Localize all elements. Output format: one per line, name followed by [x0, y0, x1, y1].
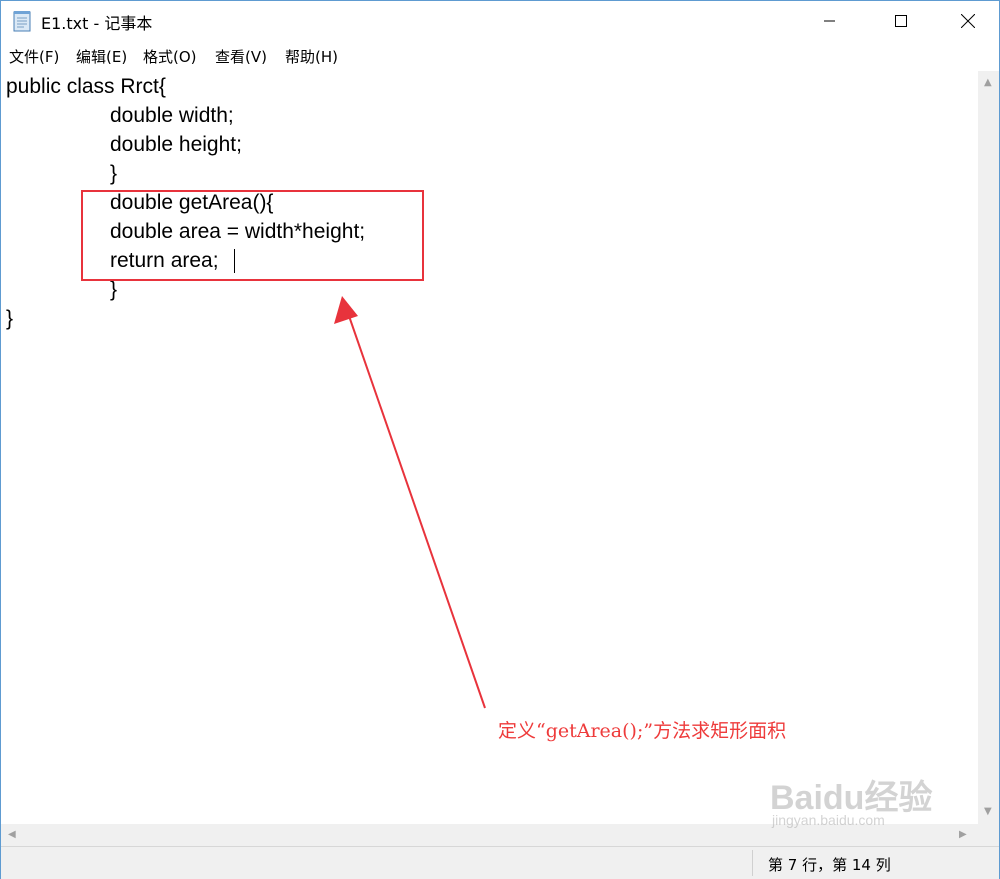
watermark-url: jingyan.baidu.com: [772, 812, 885, 828]
baidu-watermark: Baidu经验 jingyan.baidu.com: [770, 770, 960, 830]
annotation-arrow: [334, 296, 486, 709]
annotation-caption: 定义“getArea();”方法求矩形面积: [498, 720, 787, 742]
